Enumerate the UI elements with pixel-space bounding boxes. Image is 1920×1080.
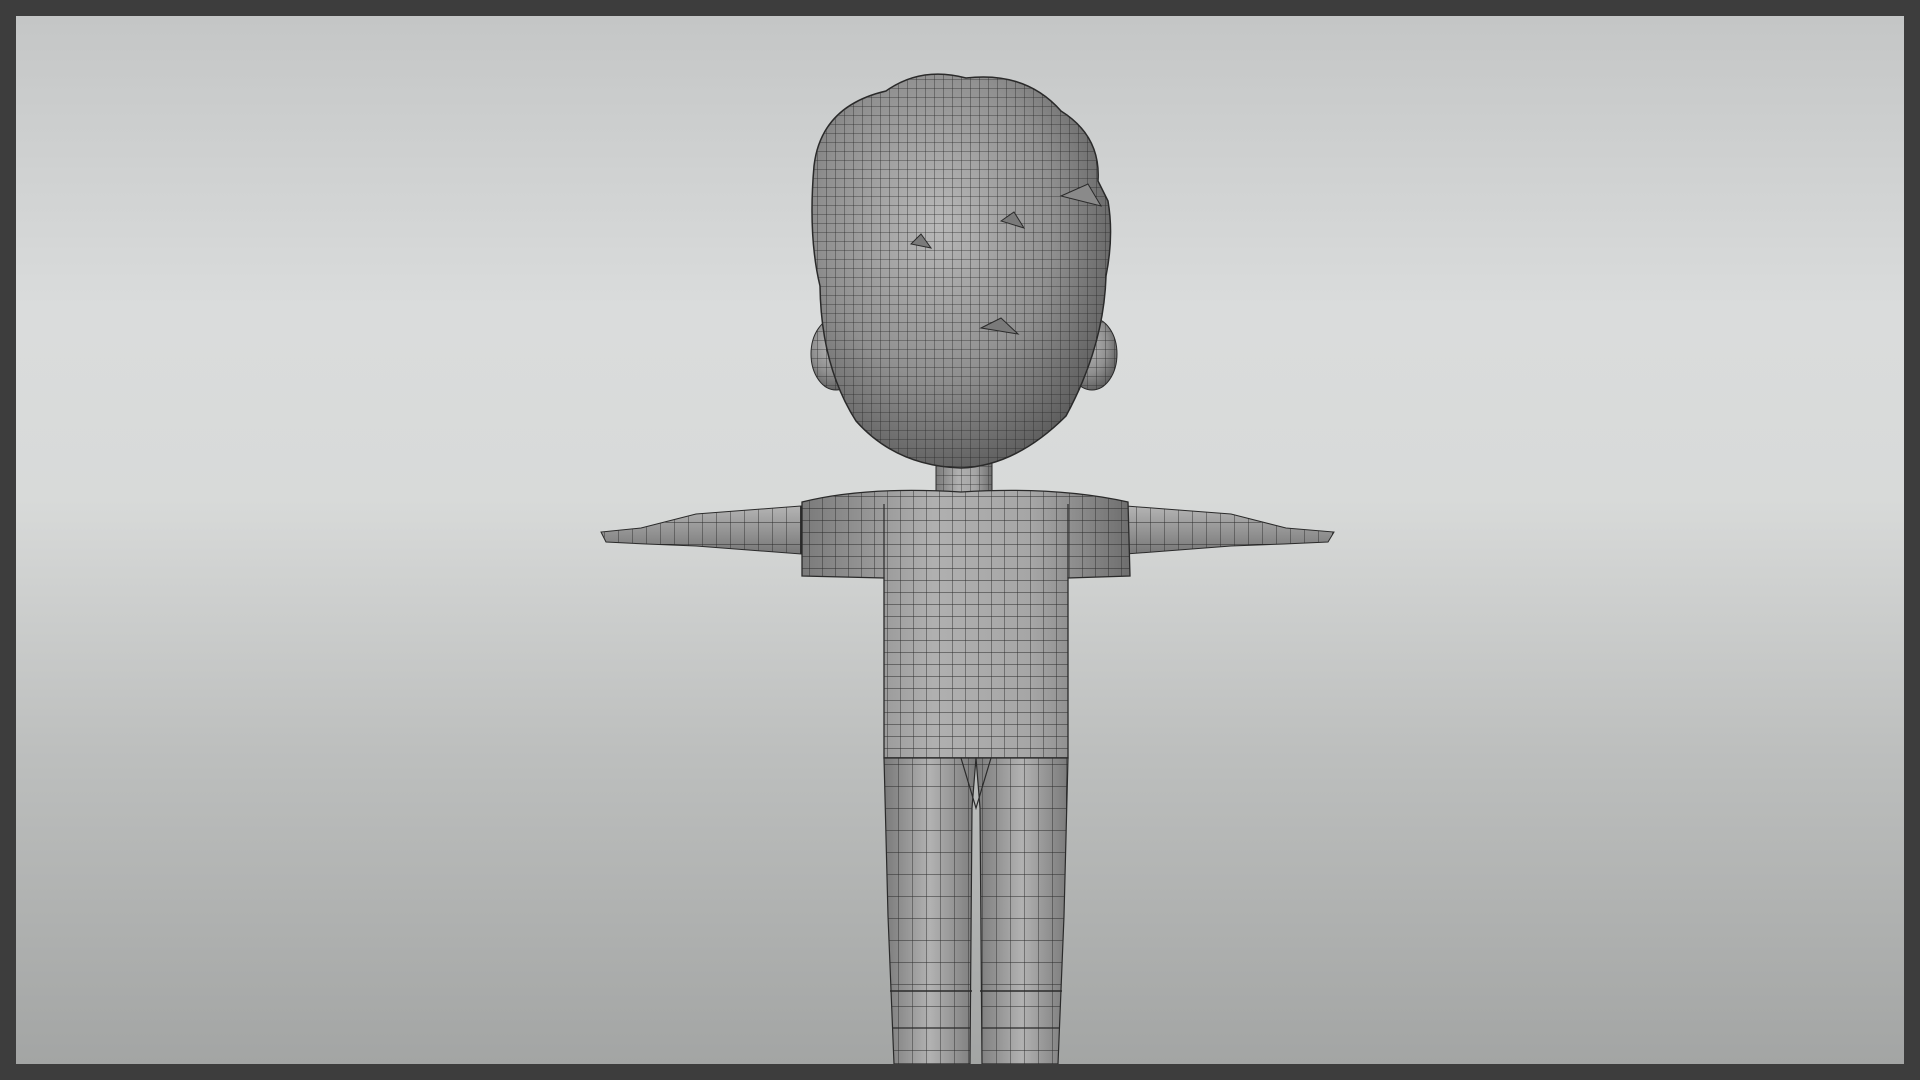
left-arm bbox=[600, 505, 802, 555]
head bbox=[811, 73, 1112, 469]
torso bbox=[801, 489, 1131, 759]
3d-viewport[interactable] bbox=[16, 16, 1904, 1064]
viewport-canvas[interactable] bbox=[16, 16, 1904, 1064]
left-leg bbox=[883, 757, 977, 1064]
character-mesh[interactable] bbox=[600, 73, 1335, 1064]
right-arm bbox=[1125, 505, 1335, 555]
right-leg bbox=[975, 757, 1069, 1064]
application-frame bbox=[0, 0, 1920, 1080]
